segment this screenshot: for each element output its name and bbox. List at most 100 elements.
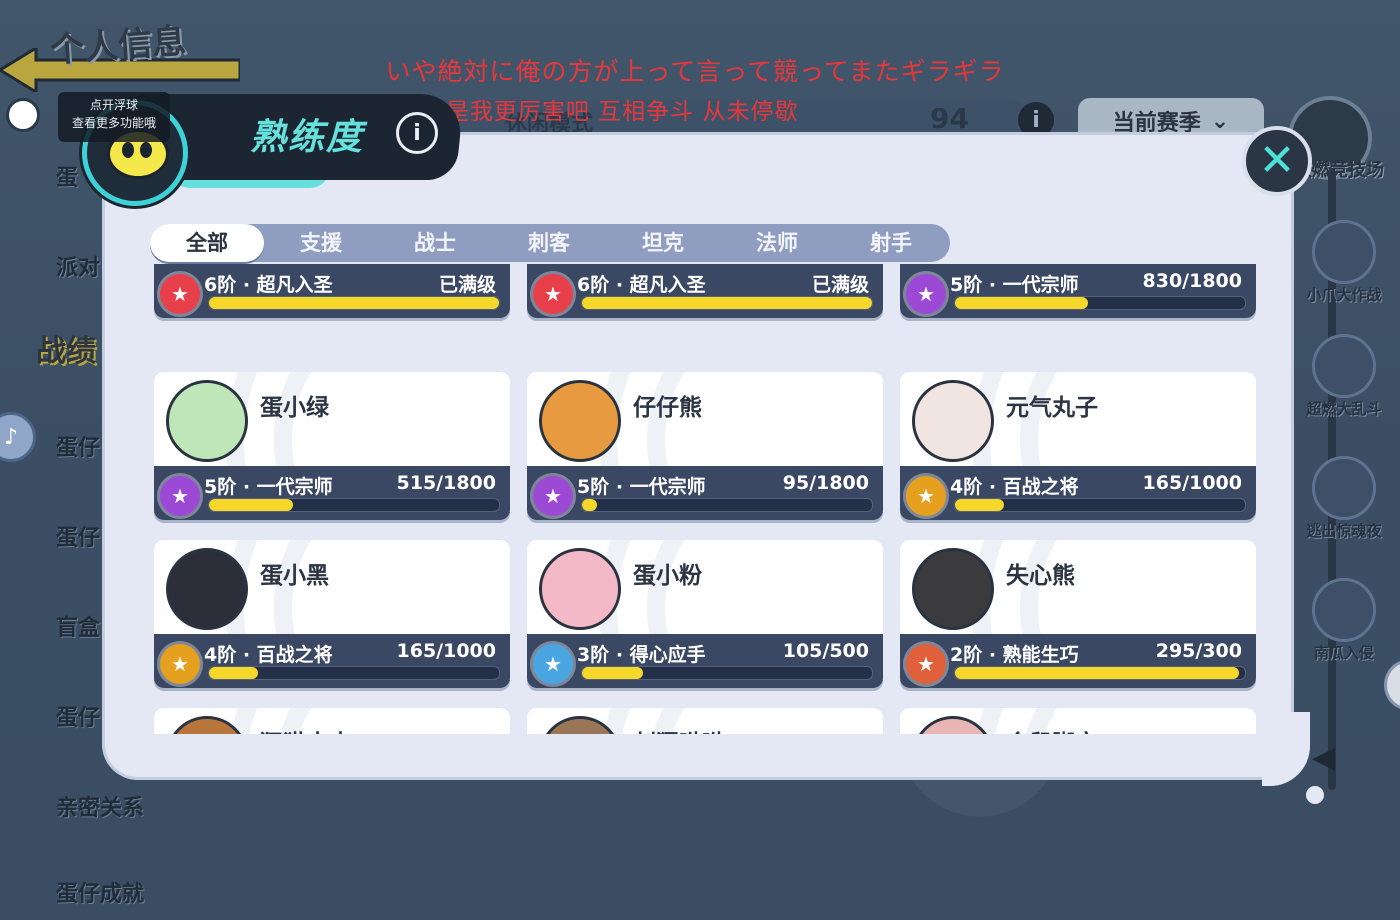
character-card[interactable]: 仓鼠脚宝★ — [900, 708, 1256, 734]
role-tabs: 全部 支援 战士 刺客 坦克 法师 射手 — [150, 224, 950, 262]
modal-tail-dot — [1306, 786, 1324, 804]
rank-label: 2阶 · 熟能生巧 — [950, 644, 1079, 666]
progress-label: 515/1800 — [396, 472, 496, 494]
tab-3[interactable]: 刺客 — [492, 224, 606, 262]
rank-star-icon: ★ — [533, 644, 573, 684]
sidebar-item-1[interactable]: 蛋 — [56, 160, 78, 192]
character-avatar — [166, 380, 248, 462]
fist-icon — [1312, 220, 1376, 284]
progress-fill — [582, 499, 597, 511]
progress-track — [208, 498, 500, 512]
character-name: 蛋小黑 — [260, 563, 329, 589]
tab-0[interactable]: 全部 — [150, 224, 264, 262]
character-avatar — [539, 716, 621, 734]
character-card[interactable]: ★ 6阶 · 超凡入圣 已满级 — [527, 264, 883, 318]
progress-fill — [582, 667, 643, 679]
rank-label: 5阶 · 一代宗师 — [577, 476, 706, 498]
close-icon[interactable]: ✕ — [1242, 126, 1312, 196]
chevron-left-icon[interactable]: ◀ — [1312, 740, 1335, 775]
tab-5[interactable]: 法师 — [720, 224, 834, 262]
progress-label: 830/1800 — [1142, 270, 1242, 292]
rail-label: 逃出惊魂夜 — [1306, 522, 1382, 540]
character-card[interactable]: 仔仔熊 ★ 5阶 · 一代宗师 95/1800 — [527, 372, 883, 520]
progress-label: 165/1000 — [1142, 472, 1242, 494]
character-card[interactable]: 蛋小绿 ★ 5阶 · 一代宗师 515/1800 — [154, 372, 510, 520]
character-name: 仔仔熊 — [633, 395, 702, 421]
sidebar-item-7[interactable]: 蛋仔 — [56, 700, 100, 732]
tab-4[interactable]: 坦克 — [606, 224, 720, 262]
sidebar-item-blindbox[interactable]: 盲盒 — [56, 610, 100, 642]
progress-track — [581, 498, 873, 512]
progress-fill — [955, 297, 1089, 309]
progress-fill — [955, 499, 1005, 511]
float-ball-tip: 点开浮球 查看更多功能哦 — [58, 92, 170, 142]
character-grid[interactable]: ★ 6阶 · 超凡入圣 已满级 ★ 6阶 · 超凡入圣 已满级 ★ 5阶 · 一代宗师 830/… — [150, 264, 1260, 734]
rank-star-icon: ★ — [906, 644, 946, 684]
progress-label: 295/300 — [1155, 640, 1242, 662]
rank-label: 4阶 · 百战之将 — [204, 644, 333, 666]
rail-item-pumpkin[interactable]: 南瓜入侵 — [1296, 578, 1392, 663]
sidebar-item-4[interactable]: 蛋仔 — [56, 430, 100, 462]
rail-label: 小爪大作战 — [1306, 286, 1382, 304]
tab-1[interactable]: 支援 — [264, 224, 378, 262]
progress-track — [208, 296, 500, 310]
progress-label: 105/500 — [782, 640, 869, 662]
proficiency-bar-zone: ★ 6阶 · 超凡入圣 已满级 — [154, 264, 510, 318]
progress-label: 95/1800 — [782, 472, 869, 494]
rank-label: 4阶 · 百战之将 — [950, 476, 1079, 498]
progress-label: 已满级 — [811, 274, 869, 296]
rank-star-icon: ★ — [906, 476, 946, 516]
character-name: 失心熊 — [1006, 563, 1075, 589]
pumpkin-icon — [1312, 578, 1376, 642]
rank-star-icon: ★ — [160, 274, 200, 314]
character-card[interactable]: 元气丸子 ★ 4阶 · 百战之将 165/1000 — [900, 372, 1256, 520]
proficiency-bar-zone: ★ 5阶 · 一代宗师 515/1800 — [154, 466, 510, 520]
rank-star-icon: ★ — [160, 644, 200, 684]
proficiency-bar-zone: ★ 4阶 · 百战之将 165/1000 — [900, 466, 1256, 520]
proficiency-bar-zone: ★ 5阶 · 一代宗师 95/1800 — [527, 466, 883, 520]
rail-label: 超燃大乱斗 — [1306, 400, 1382, 418]
info-icon[interactable]: i — [396, 112, 438, 154]
rail-label: 南瓜入侵 — [1313, 644, 1374, 662]
eye — [140, 142, 152, 158]
character-card[interactable]: ★ 6阶 · 超凡入圣 已满级 — [154, 264, 510, 318]
character-avatar — [166, 716, 248, 734]
character-card[interactable]: 失心熊 ★ 2阶 · 熟能生巧 295/300 — [900, 540, 1256, 688]
proficiency-bar-zone: ★ 4阶 · 百战之将 165/1000 — [154, 634, 510, 688]
character-name: 蛋小粉 — [633, 563, 702, 589]
rail-item-brawl[interactable]: 超燃大乱斗 — [1296, 334, 1392, 419]
progress-label: 165/1000 — [396, 640, 496, 662]
progress-fill — [209, 499, 294, 511]
rail-item-claw[interactable]: 小爪大作战 — [1296, 220, 1392, 305]
character-card[interactable]: 刺猬呦呦★ — [527, 708, 883, 734]
progress-track — [208, 666, 500, 680]
sidebar-item-record[interactable]: 战绩 — [36, 326, 96, 370]
sidebar-item-achievement[interactable]: 蛋仔成就 — [56, 876, 144, 908]
rank-label: 5阶 · 一代宗师 — [950, 274, 1079, 296]
rank-star-icon: ★ — [906, 274, 946, 314]
character-card[interactable]: 蛋小黑 ★ 4阶 · 百战之将 165/1000 — [154, 540, 510, 688]
progress-fill — [582, 297, 872, 309]
character-name: 元气丸子 — [1006, 395, 1098, 421]
proficiency-bar-zone: ★ 6阶 · 超凡入圣 已满级 — [527, 264, 883, 318]
character-card[interactable]: ★ 5阶 · 一代宗师 830/1800 — [900, 264, 1256, 318]
tab-2[interactable]: 战士 — [378, 224, 492, 262]
progress-fill — [955, 667, 1240, 679]
progress-track — [581, 666, 873, 680]
subtitle-line-1: いや絶対に俺の方が上って言って競ってまたギラギラ — [385, 57, 1005, 86]
character-card[interactable]: 蛋小粉 ★ 3阶 · 得心应手 105/500 — [527, 540, 883, 688]
rail-item-escape[interactable]: 逃出惊魂夜 — [1296, 456, 1392, 541]
progress-track — [954, 498, 1246, 512]
character-avatar — [912, 548, 994, 630]
rank-label: 6阶 · 超凡入圣 — [577, 274, 706, 296]
progress-label: 已满级 — [438, 274, 496, 296]
character-avatar — [539, 548, 621, 630]
character-card[interactable]: 狸猫大大★ — [154, 708, 510, 734]
sidebar-item-5[interactable]: 蛋仔 — [56, 520, 100, 552]
sidebar-item-party[interactable]: 派对 — [56, 250, 100, 282]
progress-track — [954, 296, 1246, 310]
progress-fill — [209, 667, 259, 679]
rank-label: 3阶 · 得心应手 — [577, 644, 706, 666]
sidebar-item-intimacy[interactable]: 亲密关系 — [56, 790, 144, 822]
tab-6[interactable]: 射手 — [834, 224, 948, 262]
